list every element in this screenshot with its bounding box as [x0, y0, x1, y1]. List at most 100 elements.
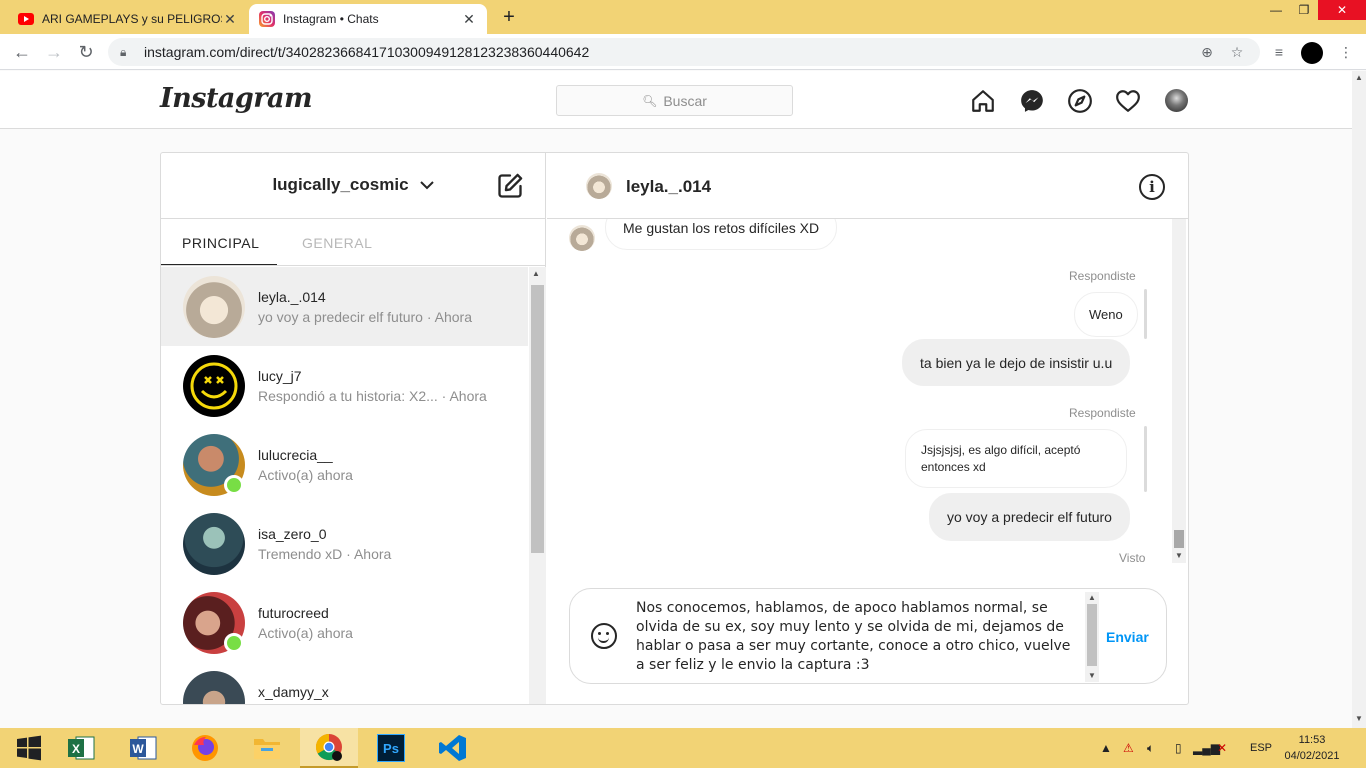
excel-icon[interactable]: X	[52, 728, 110, 768]
back-icon[interactable]: ←	[10, 40, 34, 64]
browser-tab-youtube[interactable]: ARI GAMEPLAYS y su PELIGROSA ✕	[8, 4, 248, 34]
message-text: Me gustan los retos difíciles XD	[623, 219, 820, 236]
thread-item-damyy[interactable]: x_damyy_x	[161, 662, 528, 704]
thread-item-lucy[interactable]: lucy_j7 Respondió a tu historia: X2... ·…	[161, 346, 528, 425]
send-button[interactable]: Enviar	[1106, 629, 1149, 645]
svg-text:X: X	[72, 742, 80, 756]
thread-name: lucy_j7	[258, 368, 302, 384]
new-message-icon[interactable]	[496, 172, 524, 200]
volume-icon[interactable]: 🔈︎	[1147, 728, 1163, 768]
scroll-down-icon[interactable]: ▼	[1088, 671, 1096, 680]
signal-icon[interactable]: ▂▄▆	[1193, 728, 1220, 768]
composer-scrollbar[interactable]: ▲ ▼	[1085, 592, 1099, 682]
message-list: Me gustan los retos difíciles XD Respond…	[547, 219, 1172, 569]
tab-general[interactable]: GENERAL	[302, 235, 372, 251]
messenger-icon[interactable]	[1019, 88, 1045, 114]
message-bubble-sent: yo voy a predecir elf futuro	[929, 493, 1130, 541]
profile-avatar[interactable]	[1301, 42, 1323, 64]
thread-item-isa[interactable]: isa_zero_0 Tremendo xD · Ahora	[161, 504, 528, 583]
zoom-icon[interactable]: ⊕	[1196, 44, 1218, 61]
close-tab-icon[interactable]: ✕	[222, 11, 238, 28]
message-text: yo voy a predecir elf futuro	[947, 509, 1112, 525]
antivirus-icon[interactable]: ⚠	[1123, 728, 1141, 768]
media-control-icon[interactable]: ≡	[1267, 40, 1291, 64]
thread-name: lulucrecia__	[258, 447, 333, 463]
profile-avatar-nav[interactable]	[1165, 89, 1188, 112]
file-explorer-icon[interactable]	[238, 728, 296, 768]
scrollbar-thumb[interactable]	[1087, 604, 1097, 666]
thread-preview: Tremendo xD · Ahora	[258, 546, 392, 562]
language-indicator[interactable]: ESP	[1250, 728, 1274, 768]
close-window-button[interactable]: ✕	[1318, 0, 1366, 20]
search-placeholder: Buscar	[663, 92, 707, 109]
scrollbar-thumb[interactable]	[1174, 530, 1184, 548]
svg-text:W: W	[132, 742, 144, 756]
thread-list-scrollbar[interactable]: ▲	[529, 267, 546, 704]
chevron-down-icon	[419, 177, 435, 193]
thread-name: x_damyy_x	[258, 684, 329, 700]
thread-preview: Activo(a) ahora	[258, 467, 353, 483]
reply-bar	[1144, 426, 1147, 492]
vscode-icon[interactable]	[424, 728, 482, 768]
instagram-header: Instagram 🔍︎ Buscar	[0, 71, 1352, 129]
contact-avatar[interactable]	[586, 173, 612, 199]
scroll-down-icon[interactable]: ▼	[1355, 714, 1363, 723]
close-tab-icon[interactable]: ✕	[461, 11, 477, 28]
contact-name[interactable]: leyla._.014	[626, 177, 711, 197]
account-switcher[interactable]: lugically_cosmic	[161, 175, 546, 195]
scroll-up-icon[interactable]: ▲	[532, 269, 540, 278]
system-clock[interactable]: 11:53 04/02/2021	[1284, 732, 1340, 764]
address-bar[interactable]: 🔒︎ instagram.com/direct/t/34028236684171…	[108, 38, 1260, 66]
message-input[interactable]: Nos conocemos, hablamos, de apoco hablam…	[636, 599, 1082, 677]
thread-item-lulucrecia[interactable]: lulucrecia__ Activo(a) ahora	[161, 425, 528, 504]
quoted-message[interactable]: Weno	[1074, 292, 1138, 337]
tray-chevron-up-icon[interactable]: ▲	[1100, 728, 1112, 768]
chrome-icon[interactable]	[300, 728, 358, 768]
photoshop-icon[interactable]: Ps	[362, 728, 420, 768]
scroll-down-icon[interactable]: ▼	[1175, 551, 1183, 560]
home-icon[interactable]	[970, 88, 996, 114]
forward-icon[interactable]: →	[42, 40, 66, 64]
explore-compass-icon[interactable]	[1067, 88, 1093, 114]
thread-name: isa_zero_0	[258, 526, 327, 542]
thread-item-leyla[interactable]: leyla._.014 yo voy a predecir elf futuro…	[161, 267, 528, 346]
browser-tab-bar: ARI GAMEPLAYS y su PELIGROSA ✕ Instagram…	[0, 0, 1366, 34]
browser-menu-icon[interactable]: ⋮	[1334, 40, 1358, 64]
emoji-icon[interactable]	[591, 623, 617, 649]
heart-icon[interactable]	[1115, 88, 1141, 114]
firefox-icon[interactable]	[176, 728, 234, 768]
avatar	[183, 276, 245, 338]
windows-taskbar: X W Ps ▲ ⚠ 🔈︎ ▯ ▂▄▆ ✕ ESP 11:53 04/02/20…	[0, 728, 1366, 768]
chat-header: leyla._.014 i	[547, 153, 1188, 219]
reload-icon[interactable]: ↻	[74, 40, 98, 64]
maximize-button[interactable]: ❐	[1292, 0, 1316, 20]
windows-start-icon[interactable]	[0, 728, 58, 768]
browser-toolbar: ← → ↻ 🔒︎ instagram.com/direct/t/34028236…	[0, 34, 1366, 70]
word-icon[interactable]: W	[114, 728, 172, 768]
avatar	[183, 513, 245, 575]
scrollbar-thumb[interactable]	[531, 285, 544, 553]
message-list-scrollbar[interactable]: ▼	[1172, 219, 1186, 563]
search-icon: 🔍︎	[642, 93, 658, 108]
avatar	[183, 355, 245, 417]
tab-principal[interactable]: PRINCIPAL	[182, 235, 259, 251]
lock-icon: 🔒︎	[120, 44, 127, 59]
scroll-up-icon[interactable]: ▲	[1355, 73, 1363, 82]
page-scrollbar[interactable]: ▲ ▼	[1352, 71, 1366, 728]
new-tab-button[interactable]: +	[498, 6, 520, 28]
instagram-logo[interactable]: Instagram	[160, 83, 313, 114]
message-bubble-sent: ta bien ya le dejo de insistir u.u	[902, 339, 1131, 386]
info-icon[interactable]: i	[1139, 174, 1165, 200]
minimize-button[interactable]: —	[1264, 0, 1288, 20]
message-bubble-received: Me gustan los retos difíciles XD	[605, 219, 838, 250]
bookmark-star-icon[interactable]: ☆	[1226, 44, 1248, 61]
browser-tab-instagram[interactable]: Instagram • Chats ✕	[249, 4, 487, 34]
quoted-message[interactable]: Jsjsjsjsj, es algo difícil, aceptó enton…	[905, 429, 1127, 488]
youtube-icon	[18, 11, 34, 27]
quoted-text: Jsjsjsjsj, es algo difícil, aceptó enton…	[921, 442, 1081, 474]
network-disconnected-icon[interactable]: ✕	[1217, 728, 1235, 768]
search-input[interactable]: 🔍︎ Buscar	[556, 85, 793, 116]
battery-icon[interactable]: ▯	[1175, 728, 1189, 768]
scroll-up-icon[interactable]: ▲	[1088, 593, 1096, 602]
thread-item-futurocreed[interactable]: futurocreed Activo(a) ahora	[161, 583, 528, 662]
